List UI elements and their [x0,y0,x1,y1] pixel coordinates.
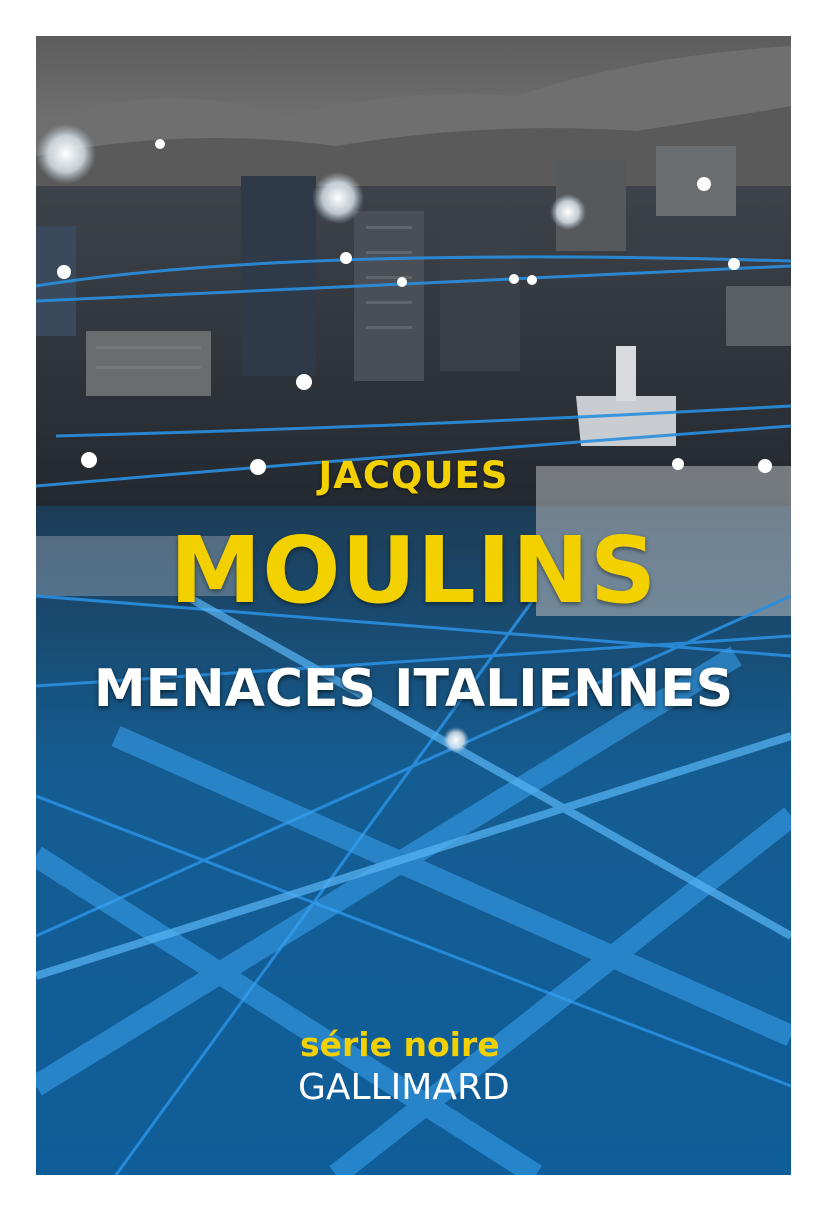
author-first-name: JACQUES [318,454,509,497]
book-cover: JACQUES MOULINS MENACES ITALIENNES série… [36,36,791,1175]
author-last-name: MOULINS [169,517,658,624]
book-title: MENACES ITALIENNES [93,659,734,719]
series-name: série noire [300,1025,500,1064]
publisher-name: GALLIMARD [298,1067,510,1108]
